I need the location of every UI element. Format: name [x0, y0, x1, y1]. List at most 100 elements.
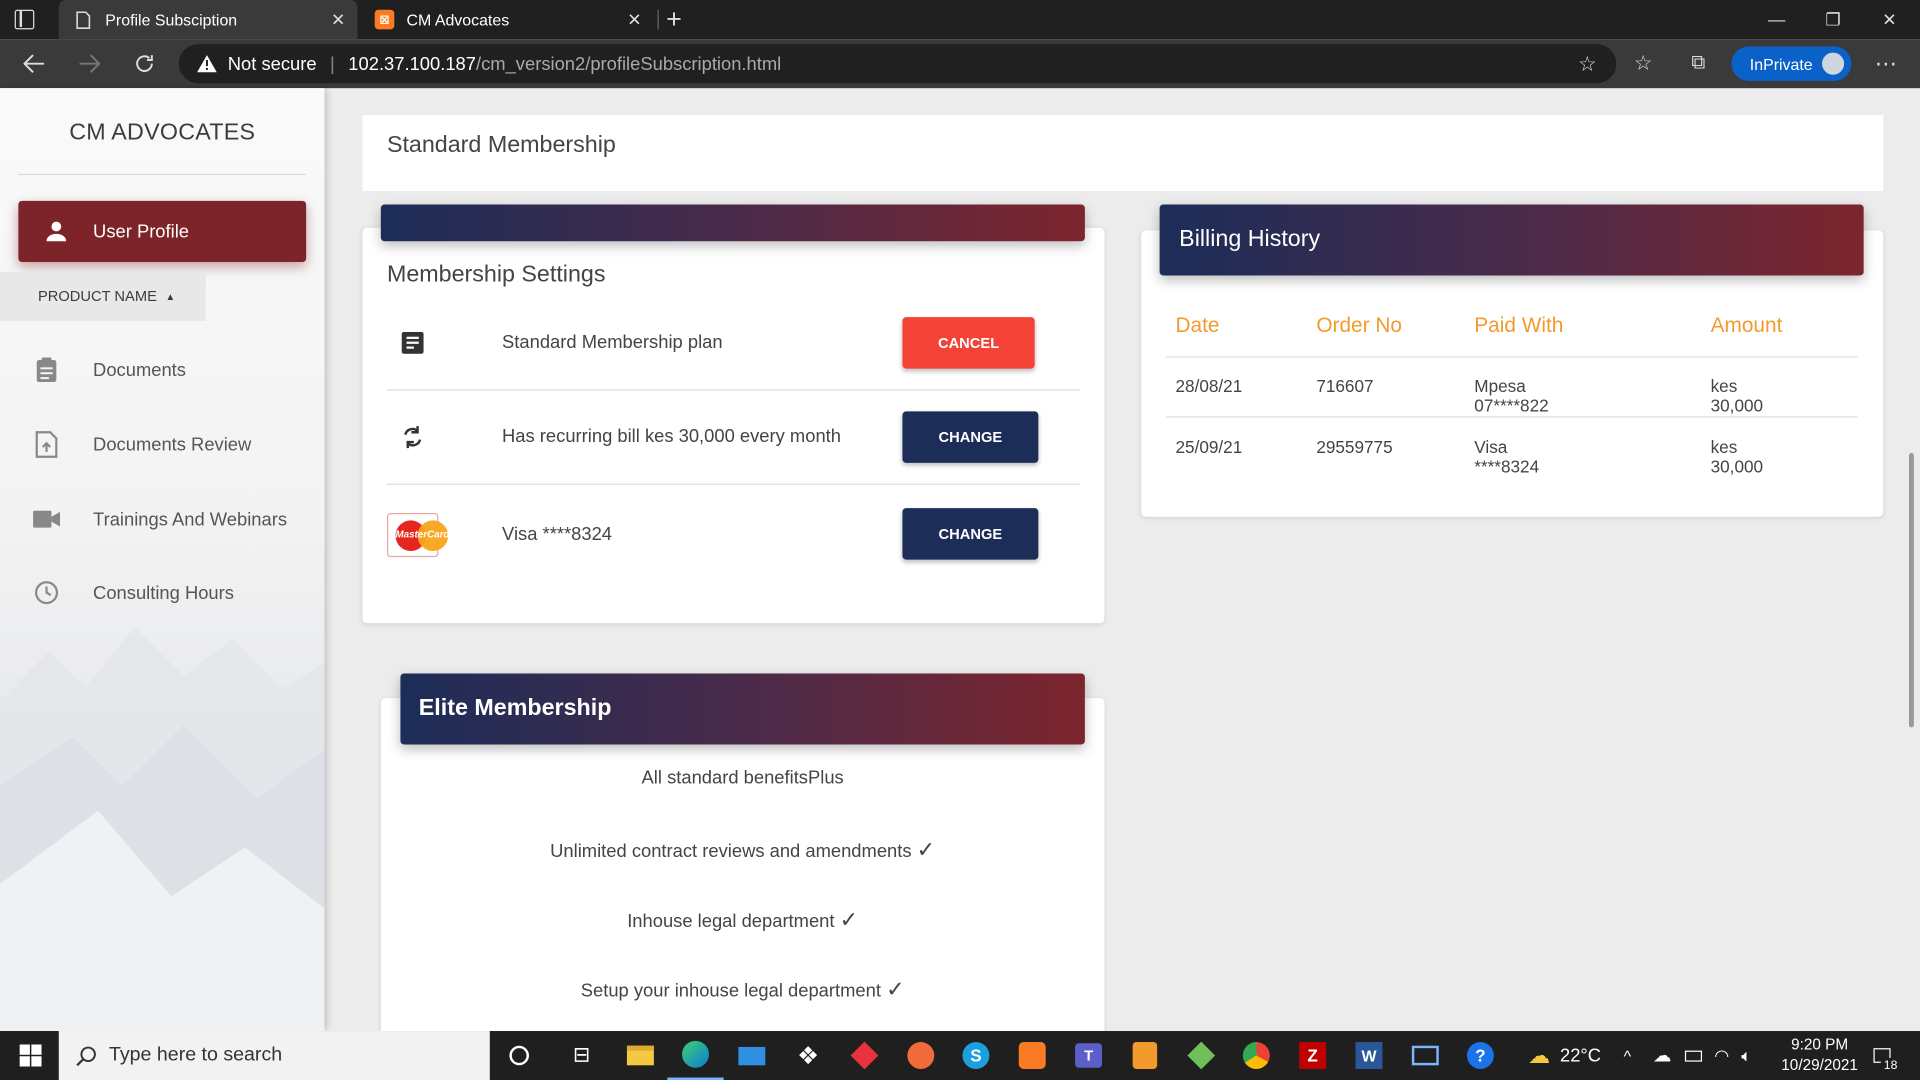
forward-arrow-icon[interactable] — [65, 39, 114, 88]
benefit-text: Inhouse legal department — [627, 911, 835, 932]
minimize-icon[interactable]: — — [1749, 0, 1805, 39]
refresh-icon[interactable] — [120, 39, 169, 88]
filezilla-icon[interactable]: Z — [1284, 1031, 1340, 1080]
screen: Profile Subsciption ✕ ⊠ CM Advocates ✕ +… — [0, 0, 1920, 1080]
more-menu-icon[interactable]: ⋯ — [1861, 39, 1910, 88]
elite-benefit: Setup your inhouse legal department ✓ — [400, 977, 1084, 1003]
clock[interactable]: 9:20 PM 10/29/2021 — [1771, 1031, 1869, 1080]
clock-time: 9:20 PM — [1791, 1035, 1849, 1054]
table-cell: 25/09/21 — [1175, 437, 1243, 457]
document-icon — [387, 331, 502, 354]
network-app-icon[interactable] — [1397, 1031, 1453, 1080]
url-path[interactable]: /cm_version2/profileSubscription.html — [476, 53, 781, 74]
windows-start-icon[interactable] — [2, 1031, 58, 1080]
teams-icon[interactable]: T — [1060, 1031, 1116, 1080]
back-arrow-icon[interactable] — [10, 39, 59, 88]
elite-membership-card — [380, 697, 1105, 1066]
file-explorer-icon[interactable] — [612, 1031, 668, 1080]
sidebar-item-trainings[interactable]: Trainings And Webinars — [0, 495, 324, 544]
sidebar: CM ADVOCATES User Profile PRODUCT NAME ▲… — [0, 88, 325, 1032]
elite-benefit: All standard benefitsPlus — [400, 768, 1084, 789]
xampp-icon: ⊠ — [374, 9, 395, 30]
volume-icon[interactable]: 🔈︎ — [1741, 1031, 1751, 1080]
notification-count: 18 — [1880, 1057, 1901, 1076]
clock-icon — [0, 580, 93, 605]
elite-benefit: Unlimited contract reviews and amendment… — [400, 838, 1084, 864]
benefit-text: Unlimited contract reviews and amendment… — [550, 841, 912, 863]
url-host[interactable]: 102.37.100.187 — [348, 53, 476, 74]
wifi-icon[interactable]: ◠ — [1714, 1031, 1729, 1080]
chevron-up-icon[interactable]: ^ — [1624, 1031, 1631, 1080]
skype-icon[interactable]: S — [948, 1031, 1004, 1080]
table-cell: 29559775 — [1316, 437, 1393, 457]
divider — [386, 483, 1081, 485]
file-upload-icon — [0, 431, 93, 458]
collections-icon[interactable]: ⧉ — [1674, 39, 1723, 88]
change-card-button[interactable]: CHANGE — [902, 508, 1039, 560]
cortana-icon[interactable] — [491, 1031, 547, 1080]
warning-icon[interactable] — [196, 54, 218, 74]
cancel-button[interactable]: CANCEL — [902, 317, 1035, 369]
tab-title: CM Advocates — [406, 10, 510, 29]
onedrive-icon[interactable]: ☁ — [1653, 1031, 1671, 1080]
column-header-amount: Amount — [1710, 313, 1783, 337]
taskbar-search[interactable]: Type here to search — [58, 1031, 490, 1080]
mastercard-text: MasterCard — [395, 528, 450, 540]
close-window-icon[interactable]: ✕ — [1861, 0, 1917, 39]
tab-actions-icon[interactable] — [14, 9, 35, 30]
chrome-icon[interactable] — [1228, 1031, 1284, 1080]
sidebar-item-label: User Profile — [93, 221, 190, 242]
close-icon[interactable]: ✕ — [627, 10, 641, 30]
table-cell: 716607 — [1316, 375, 1374, 396]
weather-widget[interactable]: ☁ 22°C — [1528, 1031, 1601, 1080]
inprivate-label: InPrivate — [1749, 54, 1813, 73]
column-header-order-no: Order No — [1316, 313, 1402, 337]
change-billing-button[interactable]: CHANGE — [902, 411, 1039, 463]
close-icon[interactable]: ✕ — [331, 10, 345, 30]
search-icon — [76, 1045, 97, 1066]
battery-icon[interactable] — [1684, 1031, 1703, 1080]
postman-icon[interactable] — [893, 1031, 949, 1080]
sublime-icon[interactable] — [1117, 1031, 1173, 1080]
new-tab-icon[interactable]: + — [666, 4, 682, 36]
weather-icon: ☁ — [1528, 1042, 1551, 1068]
edge-icon[interactable] — [667, 1031, 724, 1080]
card-header-bar — [380, 204, 1085, 242]
check-icon: ✓ — [886, 977, 905, 1002]
column-header-paid-with: Paid With — [1474, 313, 1564, 337]
xampp-icon[interactable] — [1004, 1031, 1060, 1080]
sidebar-item-user-profile[interactable]: User Profile — [18, 200, 307, 263]
git-icon[interactable] — [1173, 1031, 1229, 1080]
person-icon — [18, 220, 93, 242]
tab-cm-advocates[interactable]: ⊠ CM Advocates ✕ — [360, 0, 654, 39]
sidebar-item-consulting-hours[interactable]: Consulting Hours — [0, 568, 324, 617]
scrollbar[interactable] — [1908, 453, 1914, 728]
url-bar[interactable]: Not secure | 102.37.100.187/cm_version2/… — [178, 44, 1617, 84]
clock-date: 10/29/2021 — [1781, 1056, 1858, 1074]
elite-membership-header: Elite Membership — [400, 673, 1085, 745]
tab-title: Profile Subsciption — [105, 10, 238, 29]
tab-divider — [657, 9, 659, 30]
sidebar-item-label: Documents Review — [93, 434, 252, 455]
sidebar-item-documents[interactable]: Documents — [0, 345, 324, 394]
task-view-icon[interactable]: ⊟ — [553, 1031, 609, 1080]
favorites-icon[interactable]: ☆ — [1619, 39, 1668, 88]
sidebar-item-label: Documents — [93, 359, 186, 381]
dropbox-icon[interactable]: ❖ — [780, 1031, 836, 1080]
product-name-label: PRODUCT NAME — [37, 287, 157, 305]
app-diamond-icon[interactable] — [836, 1031, 892, 1080]
sidebar-item-documents-review[interactable]: Documents Review — [0, 420, 324, 469]
table-cell: Visa ****8324 — [1474, 437, 1540, 477]
avatar — [1819, 50, 1847, 78]
inprivate-button[interactable]: InPrivate — [1731, 46, 1852, 81]
help-icon[interactable]: ? — [1452, 1031, 1508, 1080]
word-icon[interactable]: W — [1341, 1031, 1397, 1080]
brand-name: CM ADVOCATES — [69, 120, 256, 146]
product-name-dropdown[interactable]: PRODUCT NAME ▲ — [0, 271, 206, 321]
restore-icon[interactable]: ❐ — [1805, 0, 1861, 39]
mail-icon[interactable] — [724, 1031, 780, 1080]
add-favorite-icon[interactable]: ☆ — [1578, 53, 1597, 77]
table-cell: 28/08/21 — [1175, 375, 1243, 396]
tab-profile-subscription[interactable]: Profile Subsciption ✕ — [58, 0, 358, 40]
security-label[interactable]: Not secure — [228, 53, 317, 74]
